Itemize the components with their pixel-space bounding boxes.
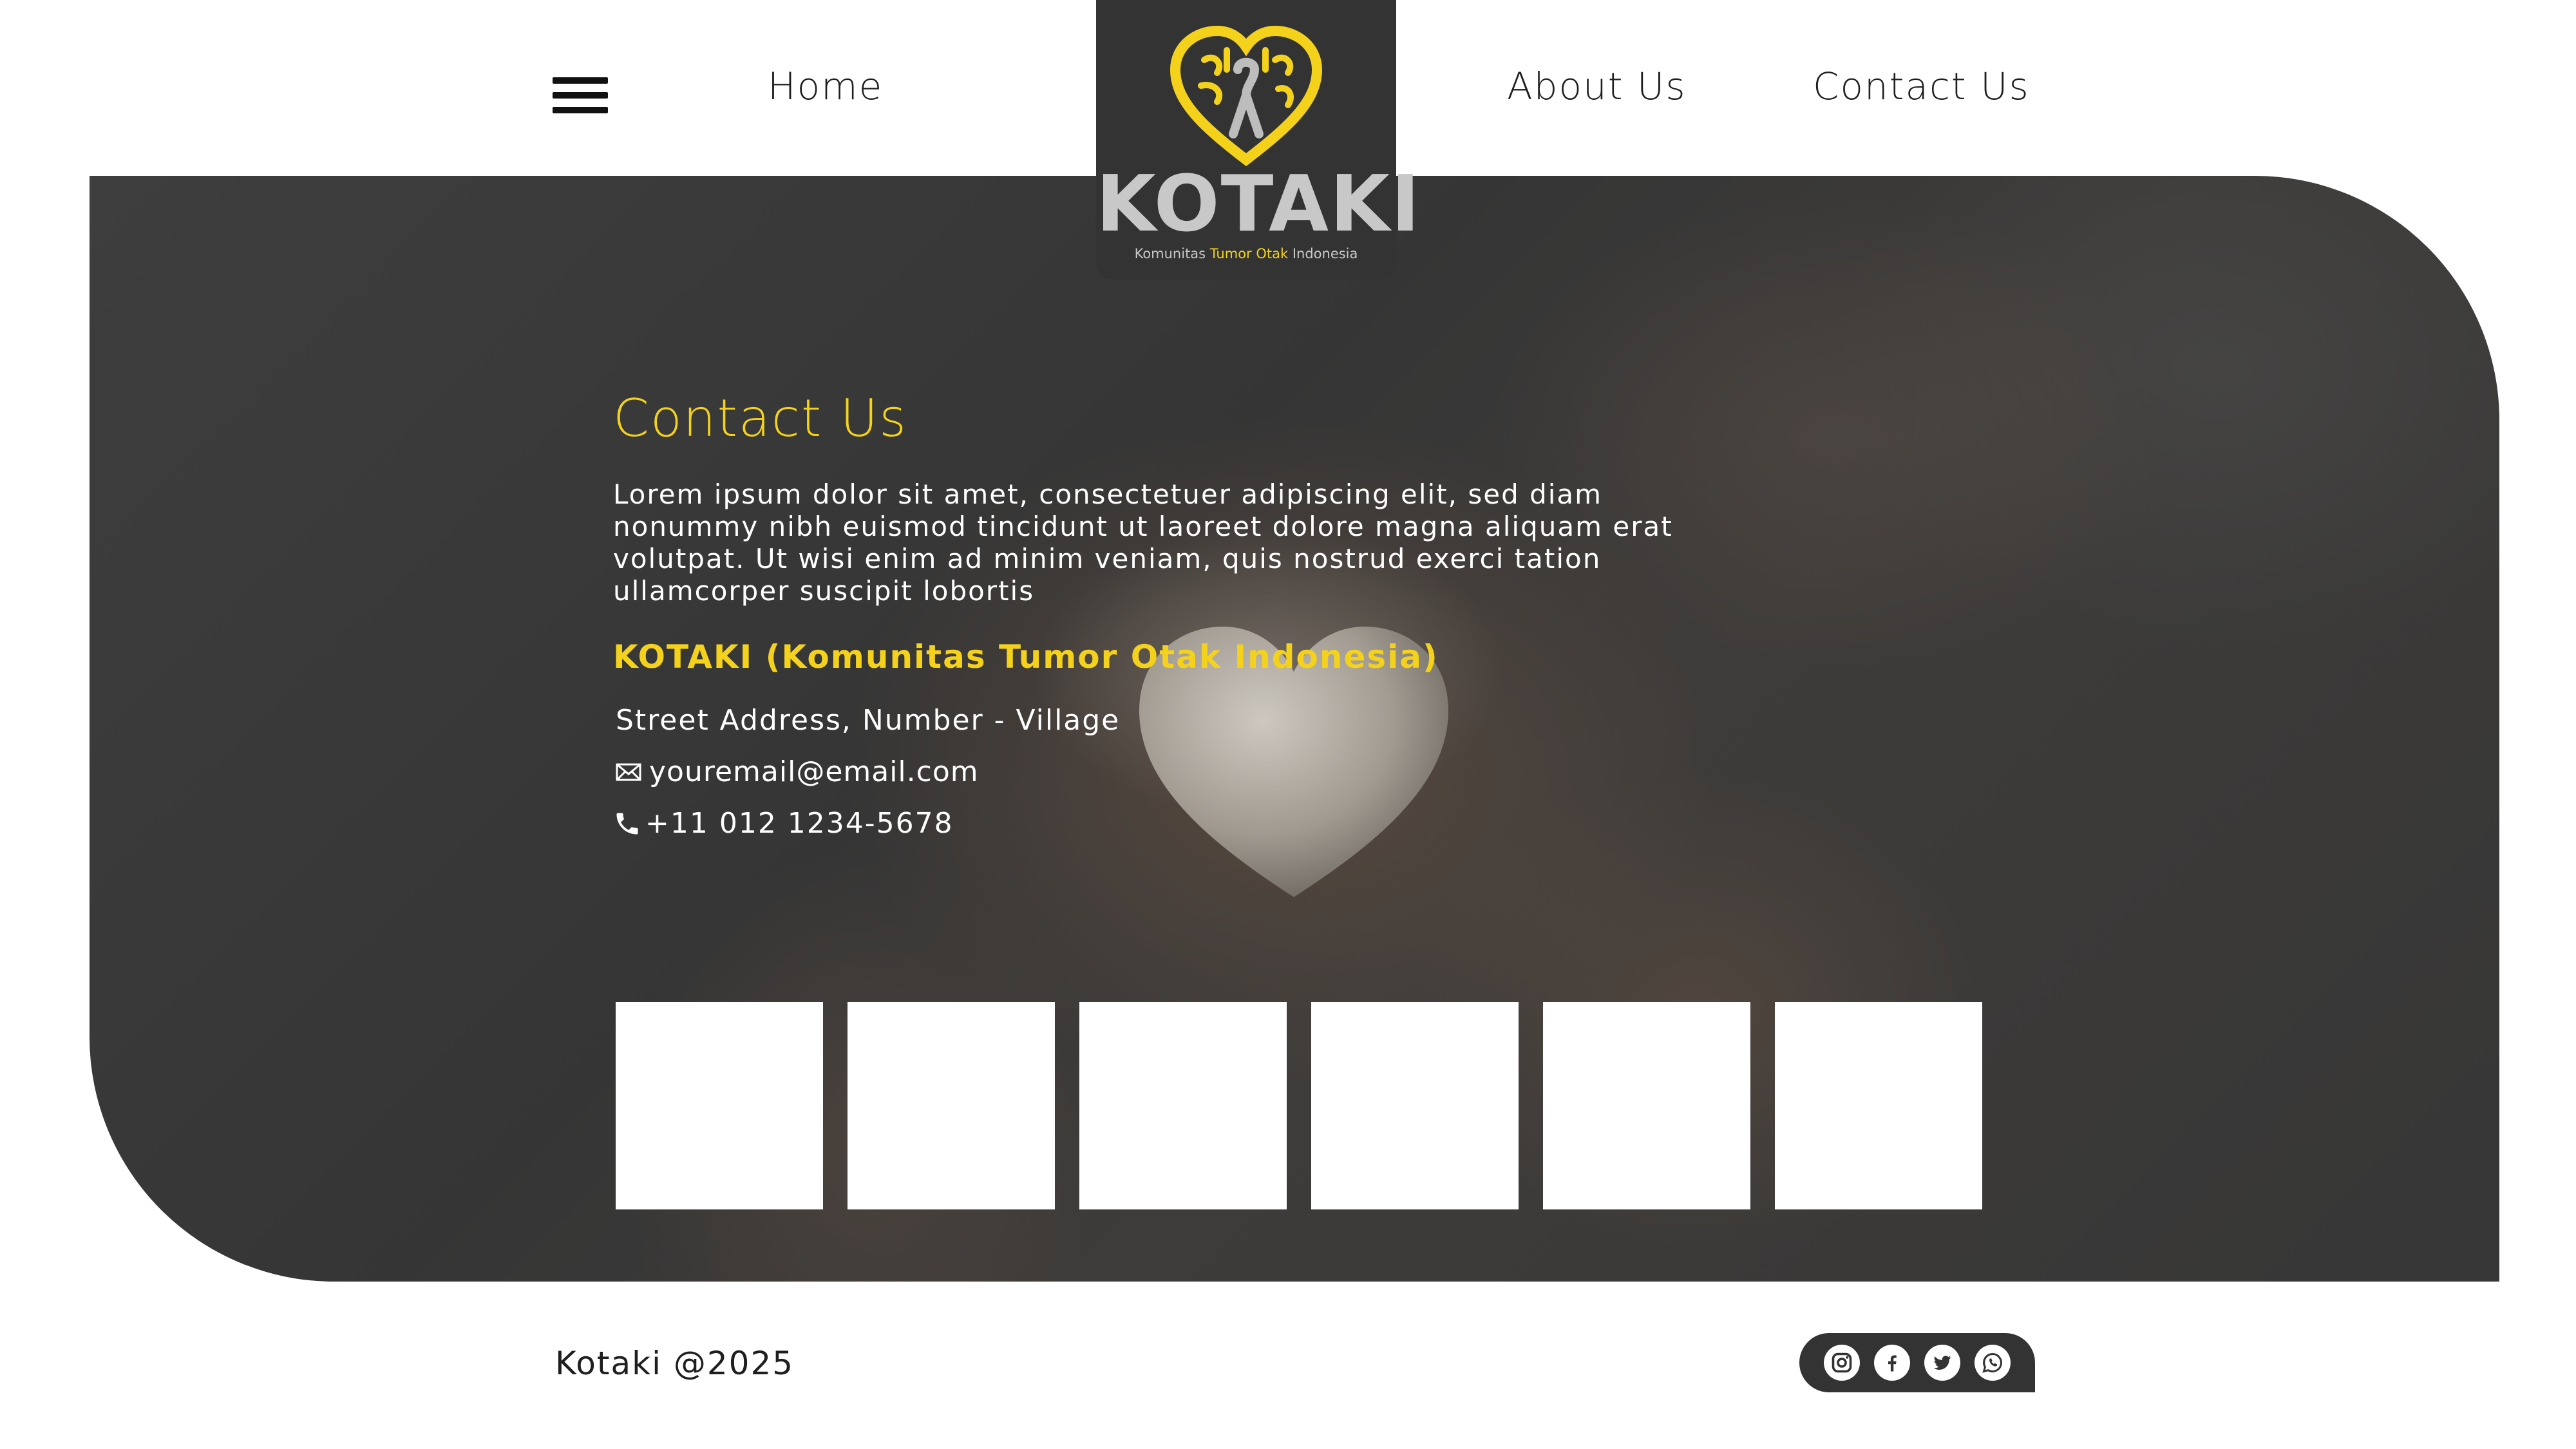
phone-icon	[616, 813, 638, 834]
gallery-item[interactable]	[1775, 1002, 1982, 1209]
envelope-icon	[616, 763, 641, 781]
logo-subtitle-part: Indonesia	[1288, 246, 1358, 261]
email-text: youremail@email.com	[649, 755, 979, 788]
hero-section: Contact Us Lorem ipsum dolor sit amet, c…	[90, 176, 2499, 1282]
gallery-item[interactable]	[616, 1002, 823, 1209]
contact-title: Contact Us	[613, 388, 907, 448]
whatsapp-icon[interactable]	[1975, 1345, 2011, 1381]
twitter-glyph	[1933, 1356, 1951, 1370]
logo-wordmark: KOTAKI	[1096, 160, 1421, 249]
kotaki-logo[interactable]: KOTAKI Komunitas Tumor Otak Indonesia	[1096, 0, 1421, 280]
gallery-item[interactable]	[1079, 1002, 1287, 1209]
menu-line	[553, 107, 608, 113]
hamburger-menu-icon[interactable]	[553, 76, 611, 116]
copyright-text: Kotaki @2025	[555, 1345, 795, 1382]
email-row[interactable]: youremail@email.com	[616, 755, 979, 788]
gallery-item[interactable]	[1543, 1002, 1750, 1209]
whatsapp-glyph	[1982, 1352, 2002, 1373]
street-address: Street Address, Number - Village	[616, 704, 1121, 737]
nav-home[interactable]: Home	[768, 64, 883, 108]
logo-subtitle: Komunitas Tumor Otak Indonesia	[1096, 246, 1396, 261]
social-bar	[1799, 1333, 2035, 1392]
twitter-icon[interactable]	[1924, 1345, 1960, 1381]
organization-name: KOTAKI (Komunitas Tumor Otak Indonesia)	[613, 638, 1439, 676]
phone-row[interactable]: +11 012 1234-5678	[613, 807, 954, 840]
facebook-glyph	[1888, 1355, 1897, 1372]
brain-heart-ribbon-icon	[1170, 25, 1323, 166]
nav-contact-us[interactable]: Contact Us	[1813, 64, 2030, 108]
instagram-icon[interactable]	[1824, 1345, 1860, 1381]
facebook-icon[interactable]	[1874, 1345, 1910, 1381]
gallery	[616, 1002, 1982, 1209]
gallery-item[interactable]	[848, 1002, 1055, 1209]
contact-description: Lorem ipsum dolor sit amet, consectetuer…	[613, 478, 1673, 607]
phone-text: +11 012 1234-5678	[645, 807, 954, 840]
logo-subtitle-part: Komunitas	[1134, 246, 1210, 261]
menu-line	[553, 77, 608, 84]
menu-line	[553, 92, 608, 99]
gallery-item[interactable]	[1311, 1002, 1519, 1209]
nav-about-us[interactable]: About Us	[1507, 64, 1687, 108]
instagram-glyph	[1832, 1352, 1852, 1373]
logo-subtitle-highlight: Tumor Otak	[1209, 246, 1289, 261]
